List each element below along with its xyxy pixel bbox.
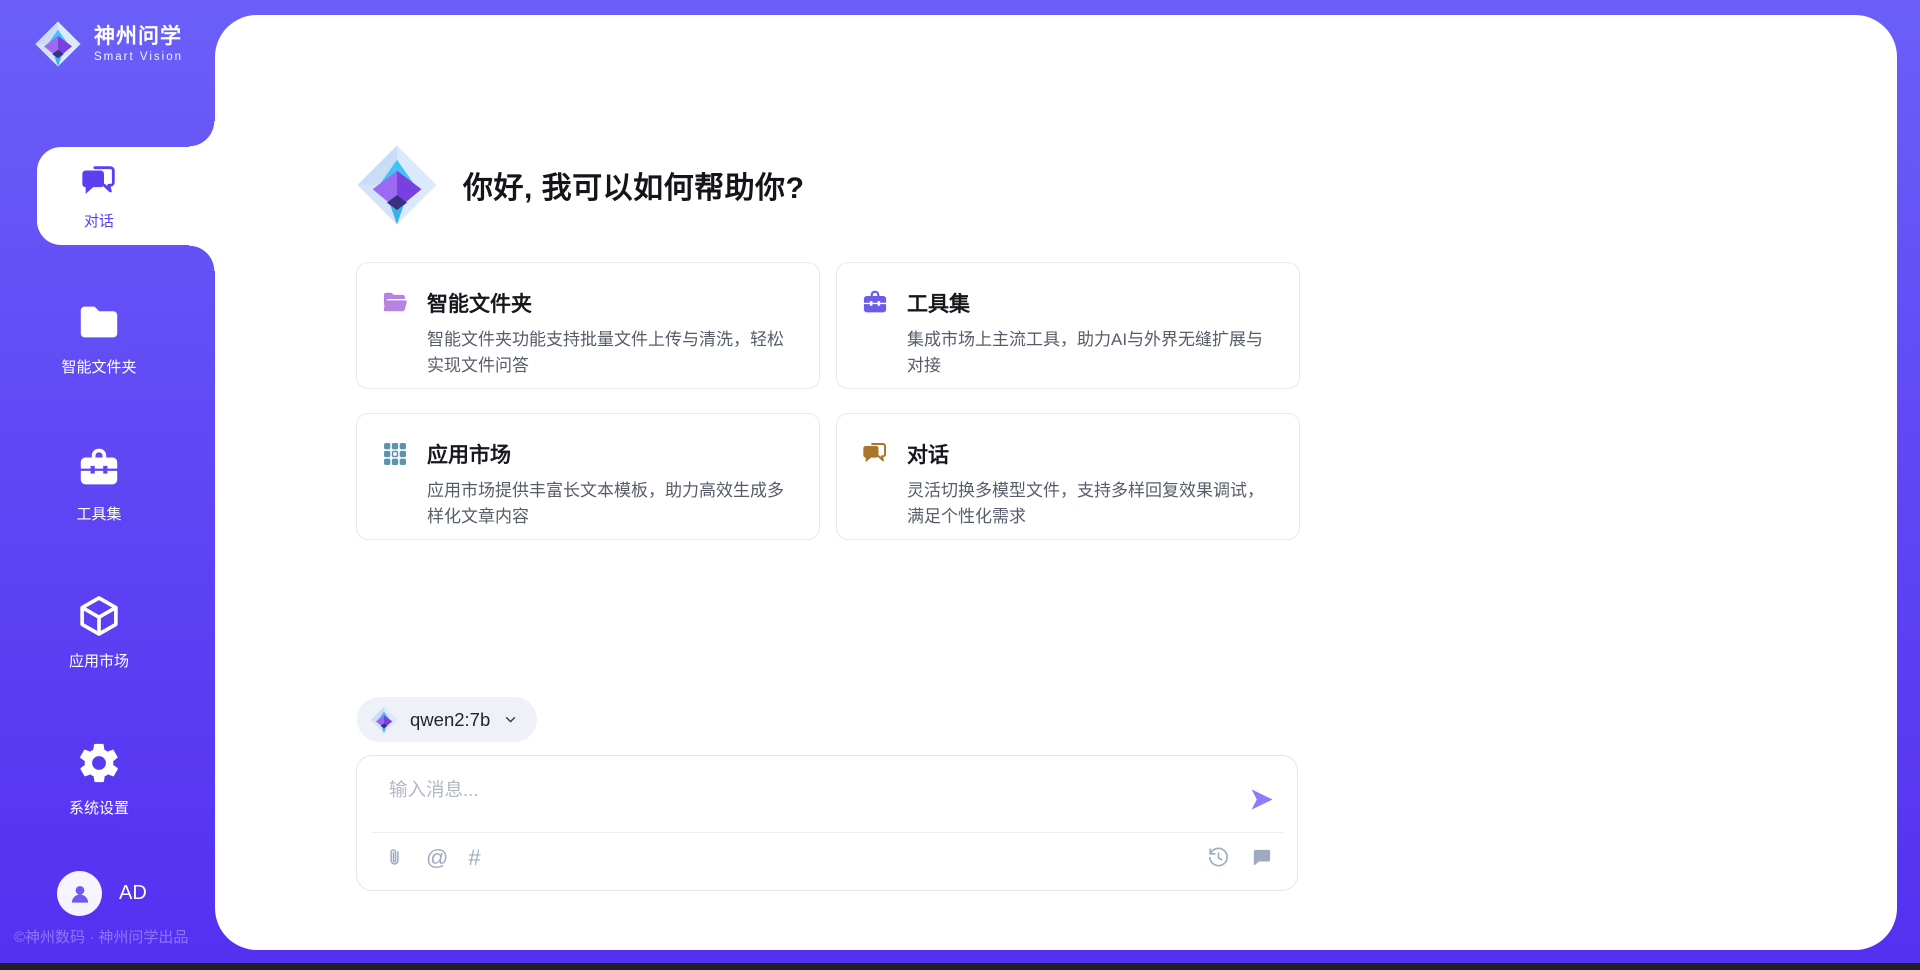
feature-cards: 智能文件夹 智能文件夹功能支持批量文件上传与清洗，轻松实现文件问答 工具集 集成…	[356, 262, 1300, 540]
message-input[interactable]	[387, 774, 1201, 826]
sidebar-item-smart-folder[interactable]: 智能文件夹	[0, 299, 198, 377]
user-profile[interactable]: AD	[57, 871, 147, 916]
card-smart-folder[interactable]: 智能文件夹 智能文件夹功能支持批量文件上传与清洗，轻松实现文件问答	[356, 262, 820, 389]
window-bottom-edge	[0, 963, 1920, 970]
toolbox-icon	[861, 289, 889, 317]
sidebar-item-app-market[interactable]: 应用市场	[0, 593, 198, 671]
hash-icon[interactable]: #	[468, 847, 480, 869]
brand-subtitle: Smart Vision	[94, 51, 183, 63]
chat-bubble-icon[interactable]	[1250, 846, 1273, 869]
app-window: 神州问学 Smart Vision 对话 智能文件夹 工具集 应用市场 系统设置	[0, 0, 1920, 970]
gear-icon	[76, 740, 122, 786]
mention-icon[interactable]: @	[426, 847, 448, 869]
brand-logo-icon	[34, 20, 82, 68]
card-app-market[interactable]: 应用市场 应用市场提供丰富长文本模板，助力高效生成多样化文章内容	[356, 413, 820, 540]
sidebar-item-toolset[interactable]: 工具集	[0, 446, 198, 524]
avatar	[57, 871, 102, 916]
card-description: 应用市场提供丰富长文本模板，助力高效生成多样化文章内容	[427, 478, 793, 529]
sidebar-item-label: 系统设置	[69, 797, 129, 818]
copyright-footer: ©神州数码 · 神州问学出品	[14, 926, 188, 947]
hero-logo-icon	[355, 143, 439, 227]
sidebar-item-label: 工具集	[76, 503, 121, 524]
sidebar-item-label: 对话	[84, 210, 114, 231]
grid-icon	[381, 440, 409, 468]
user-name: AD	[119, 882, 147, 905]
card-title: 对话	[907, 439, 949, 469]
greeting-title: 你好, 我可以如何帮助你?	[463, 163, 805, 207]
card-description: 灵活切换多模型文件，支持多样回复效果调试，满足个性化需求	[907, 478, 1273, 529]
brand: 神州问学 Smart Vision	[34, 20, 183, 68]
card-title: 工具集	[907, 288, 970, 318]
message-composer: @ #	[356, 755, 1298, 891]
brand-name: 神州问学	[94, 25, 183, 48]
composer-toolbar: @ #	[383, 846, 1273, 869]
card-title: 应用市场	[427, 439, 511, 469]
card-toolset[interactable]: 工具集 集成市场上主流工具，助力AI与外界无缝扩展与对接	[836, 262, 1300, 389]
chat-icon	[79, 162, 119, 202]
sidebar-item-settings[interactable]: 系统设置	[0, 740, 198, 818]
folder-open-icon	[381, 289, 409, 317]
paperclip-icon[interactable]	[383, 846, 406, 869]
folder-icon	[76, 299, 122, 345]
send-icon	[1248, 786, 1275, 813]
chat-icon	[861, 440, 889, 468]
card-chat[interactable]: 对话 灵活切换多模型文件，支持多样回复效果调试，满足个性化需求	[836, 413, 1300, 540]
model-logo-icon	[370, 706, 398, 734]
toolbox-icon	[76, 446, 122, 492]
cube-icon	[76, 593, 122, 639]
card-title: 智能文件夹	[427, 288, 532, 318]
person-icon	[67, 881, 93, 907]
sidebar: 神州问学 Smart Vision 对话 智能文件夹 工具集 应用市场 系统设置	[0, 0, 215, 970]
greeting-hero: 你好, 我可以如何帮助你?	[355, 143, 805, 227]
send-button[interactable]	[1248, 786, 1275, 813]
chevron-down-icon	[502, 711, 519, 728]
composer-divider	[371, 832, 1283, 833]
card-description: 集成市场上主流工具，助力AI与外界无缝扩展与对接	[907, 327, 1273, 378]
sidebar-item-label: 智能文件夹	[61, 356, 136, 377]
model-selector[interactable]: qwen2:7b	[357, 697, 537, 742]
sidebar-item-chat-active[interactable]: 对话	[37, 147, 215, 245]
history-icon[interactable]	[1207, 846, 1230, 869]
model-name: qwen2:7b	[410, 709, 490, 731]
sidebar-item-label: 应用市场	[69, 650, 129, 671]
card-description: 智能文件夹功能支持批量文件上传与清洗，轻松实现文件问答	[427, 327, 793, 378]
